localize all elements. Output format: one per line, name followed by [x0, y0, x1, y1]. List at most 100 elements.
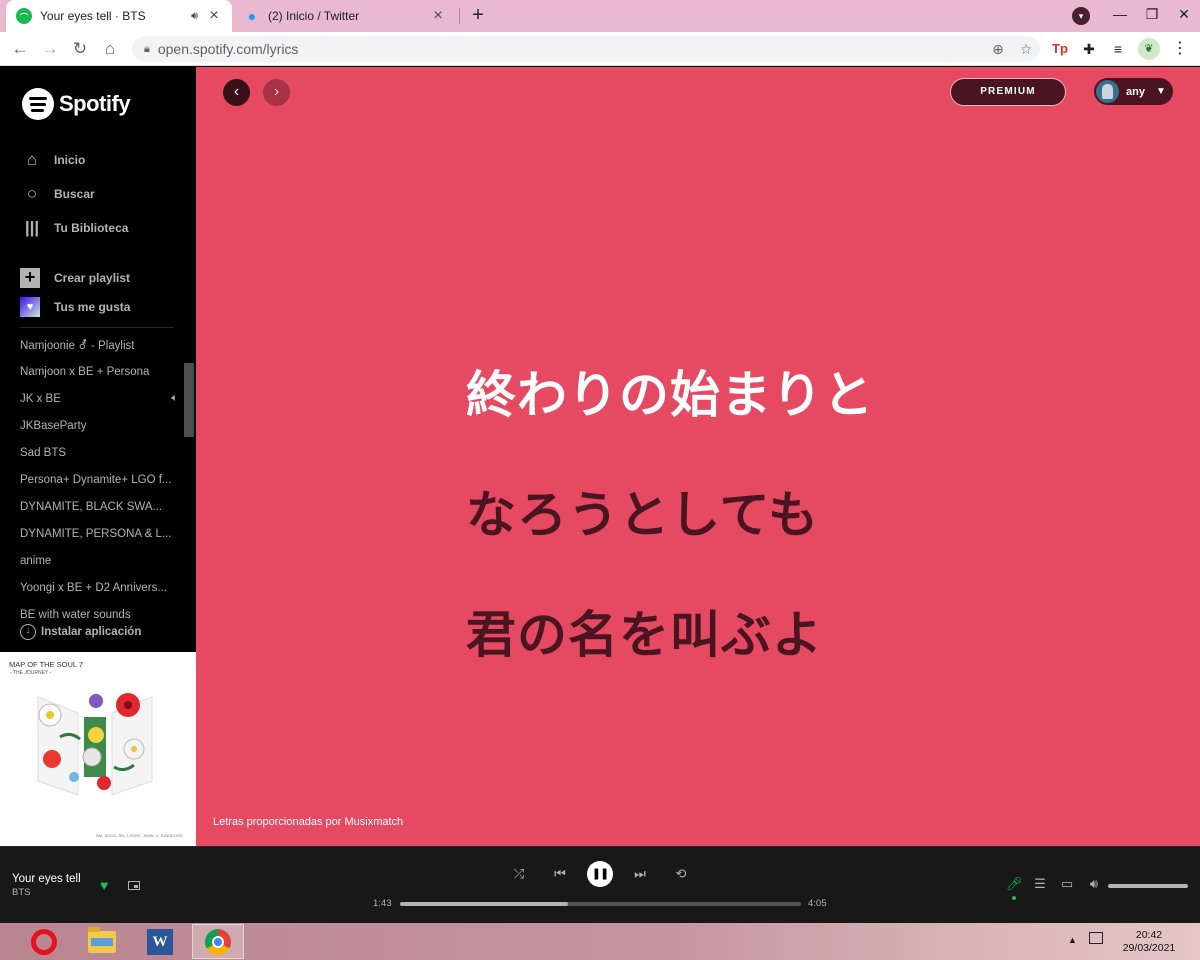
- sidebar-scrollbar[interactable]: [184, 363, 194, 437]
- address-bar[interactable]: 🔒︎ open.spotify.com/lyrics ⊕ ☆: [132, 36, 1040, 62]
- heart-icon: ♥: [20, 297, 40, 317]
- media-queue-icon[interactable]: ≡: [1106, 37, 1130, 61]
- search-icon: ○: [26, 184, 38, 203]
- tab-title: (2) Inicio / Twitter: [268, 9, 360, 23]
- forward-arrow-icon[interactable]: →: [38, 37, 62, 61]
- tab-close-icon[interactable]: ×: [206, 7, 222, 25]
- volume-icon[interactable]: 🔊︎: [1086, 875, 1102, 893]
- word-icon: W: [147, 928, 173, 955]
- playlist-item[interactable]: DYNAMITE, PERSONA & L...: [20, 520, 180, 547]
- album-cover-art[interactable]: MAP OF THE SOUL 7 - THE JOURNEY - RM, SU…: [0, 652, 196, 846]
- forward-chevron-icon[interactable]: ›: [263, 79, 290, 106]
- spotify-logo-icon: [22, 88, 54, 120]
- create-playlist-label: Crear playlist: [54, 271, 131, 285]
- connect-device-icon[interactable]: ▭: [1059, 875, 1075, 893]
- lyric-line[interactable]: なろうとしても: [466, 475, 819, 547]
- playlist-item[interactable]: JKBaseParty: [20, 412, 180, 439]
- taskbar-file-explorer[interactable]: [76, 924, 128, 959]
- download-circle-icon: ↓: [20, 624, 36, 640]
- speaker-icon: 🔈︎: [171, 392, 178, 404]
- playlist-item[interactable]: Namjoonie ⚦ - Playlist: [20, 331, 180, 358]
- repeat-icon[interactable]: ⟲: [671, 865, 691, 883]
- lyric-line[interactable]: 君の名を叫ぶよ: [466, 595, 823, 667]
- taskbar-word[interactable]: W: [134, 924, 186, 959]
- create-playlist-button[interactable]: + Crear playlist: [20, 268, 130, 288]
- lyrics-provider-credit: Letras proporcionadas por Musixmatch: [213, 816, 404, 828]
- playlist-item[interactable]: Persona+ Dynamite+ LGO f...: [20, 466, 180, 493]
- restore-button[interactable]: ❐: [1136, 0, 1168, 32]
- previous-track-icon[interactable]: ⏮︎: [550, 865, 570, 883]
- tab-twitter[interactable]: ● (2) Inicio / Twitter ×: [234, 0, 456, 32]
- user-menu-button[interactable]: any ▼: [1094, 78, 1173, 105]
- spotify-logo[interactable]: Spotify: [22, 88, 131, 120]
- playlist-item[interactable]: Namjoon x BE + Persona: [20, 358, 180, 385]
- nav-label: Inicio: [54, 153, 86, 167]
- install-app-button[interactable]: ↓ Instalar aplicación: [20, 624, 141, 640]
- tray-overflow-icon[interactable]: ▲: [1068, 935, 1077, 960]
- tab-search-icon[interactable]: ▾: [1072, 7, 1090, 25]
- back-chevron-icon[interactable]: ‹: [223, 79, 250, 106]
- nav-item-home[interactable]: ⌂ Inicio: [20, 148, 85, 172]
- tab-spotify[interactable]: Your eyes tell · BTS 🔊︎ ×: [6, 0, 232, 32]
- playlist-item[interactable]: Sad BTS: [20, 439, 180, 466]
- home-icon: ⌂: [26, 150, 38, 169]
- queue-icon[interactable]: ☰: [1032, 875, 1048, 893]
- playlist-item[interactable]: Yoongi x BE + D2 Annivers...: [20, 574, 180, 601]
- tab-title: Your eyes tell · BTS: [40, 9, 146, 23]
- opera-icon: [31, 928, 57, 955]
- playback-progress-bar[interactable]: [400, 902, 801, 906]
- track-title[interactable]: Your eyes tell: [12, 873, 81, 885]
- taskbar-chrome[interactable]: [192, 924, 244, 959]
- tab-divider: [459, 8, 460, 24]
- playlist-item-playing[interactable]: JK x BE 🔈︎: [20, 385, 180, 412]
- extensions-puzzle-icon[interactable]: ✚: [1077, 37, 1101, 61]
- new-tab-button[interactable]: +: [466, 4, 490, 28]
- taskbar-opera[interactable]: [18, 924, 70, 959]
- track-duration: 4:05: [808, 898, 827, 909]
- playlist-item[interactable]: DYNAMITE, BLACK SWA...: [20, 493, 180, 520]
- picture-in-picture-icon[interactable]: [128, 881, 140, 890]
- track-artist[interactable]: BTS: [12, 887, 30, 898]
- tp-extension-icon[interactable]: Tp: [1048, 37, 1072, 61]
- install-app-label: Instalar aplicación: [41, 626, 142, 638]
- premium-button[interactable]: PREMIUM: [950, 78, 1066, 106]
- close-window-button[interactable]: ✕: [1168, 0, 1200, 32]
- next-track-icon[interactable]: ⏭︎: [630, 865, 650, 883]
- playlist-item[interactable]: anime: [20, 547, 180, 574]
- pause-button[interactable]: ❚❚: [587, 861, 613, 887]
- browser-menu-icon[interactable]: ⋮: [1168, 37, 1192, 61]
- home-icon[interactable]: ⌂: [98, 37, 122, 61]
- browser-tab-strip: Your eyes tell · BTS 🔊︎ × ● (2) Inicio /…: [0, 0, 1200, 32]
- twitter-favicon-icon: ●: [247, 8, 257, 24]
- chrome-icon: [205, 928, 231, 955]
- active-indicator-dot: [1012, 896, 1016, 900]
- profile-avatar-icon[interactable]: ❦: [1138, 38, 1160, 60]
- progress-fill: [400, 902, 569, 906]
- liked-songs-button[interactable]: ♥ Tus me gusta: [20, 297, 130, 317]
- brand-name: Spotify: [59, 91, 131, 116]
- now-playing-bar: Your eyes tell BTS ♥ ⤮ ⏮︎ ❚❚ ⏭︎ ⟲ 1:43 4…: [0, 846, 1200, 923]
- lyrics-mic-icon[interactable]: 🎤︎: [1006, 875, 1023, 893]
- user-name: any: [1126, 85, 1145, 98]
- tab-close-icon[interactable]: ×: [430, 7, 446, 25]
- nav-item-library[interactable]: ||| Tu Biblioteca: [20, 216, 129, 240]
- windows-taskbar: W ▲ 20:42 29/03/2021: [0, 923, 1200, 960]
- bookmark-star-icon[interactable]: ☆: [1012, 41, 1040, 58]
- lyric-line-current[interactable]: 終わりの始まりと: [466, 355, 874, 427]
- heart-filled-icon[interactable]: ♥: [100, 877, 108, 893]
- minimize-button[interactable]: —: [1104, 0, 1136, 32]
- system-clock[interactable]: 20:42 29/03/2021: [1114, 929, 1184, 955]
- back-arrow-icon[interactable]: ←: [8, 37, 32, 61]
- nav-item-search[interactable]: ○ Buscar: [20, 182, 95, 206]
- network-icon[interactable]: [1089, 932, 1103, 944]
- shuffle-icon[interactable]: ⤮: [509, 865, 529, 883]
- sidebar-divider: [20, 327, 174, 328]
- reload-icon[interactable]: ↻: [68, 37, 92, 61]
- volume-slider[interactable]: [1108, 884, 1188, 888]
- nav-label: Tu Biblioteca: [54, 221, 129, 235]
- spotify-sidebar: Spotify ⌂ Inicio ○ Buscar ||| Tu Bibliot…: [0, 67, 196, 846]
- elapsed-time: 1:43: [373, 898, 392, 909]
- nav-label: Buscar: [54, 187, 95, 201]
- tab-audio-icon[interactable]: 🔊︎: [191, 10, 198, 23]
- install-app-icon[interactable]: ⊕: [984, 41, 1012, 58]
